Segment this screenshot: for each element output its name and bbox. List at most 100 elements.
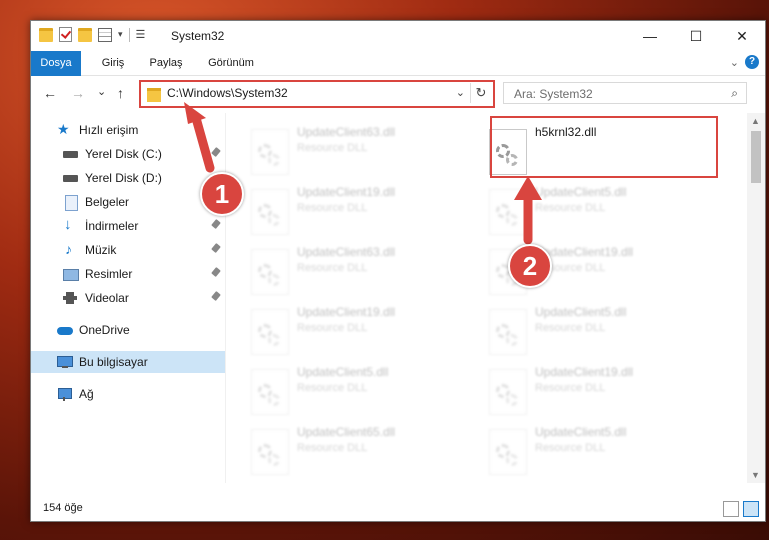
sidebar-item-label: Yerel Disk (D:) [85, 171, 162, 185]
dll-file-icon [489, 429, 527, 475]
sidebar-item-label: Resimler [85, 267, 133, 281]
file-item[interactable]: UpdateClient5.dll Resource DLL [465, 183, 685, 235]
sidebar-item-label: Videolar [85, 291, 129, 305]
properties-check-icon[interactable] [59, 27, 72, 42]
file-type: Resource DLL [297, 322, 368, 334]
sidebar-item-local-disk-d[interactable]: Yerel Disk (D:) [31, 167, 225, 189]
sidebar-item-videos[interactable]: Videolar [31, 287, 225, 309]
address-dropdown-icon[interactable]: ⌄ [456, 86, 465, 99]
sidebar-item-downloads[interactable]: ↓ İndirmeler [31, 215, 225, 237]
file-type: Resource DLL [535, 322, 606, 334]
search-icon[interactable]: ⌕ [731, 86, 738, 101]
dll-file-icon [251, 189, 289, 235]
quick-access-toolbar: ▾ ☰ [39, 27, 145, 42]
address-bar[interactable]: C:\Windows\System32 ⌄ ↻ [139, 80, 495, 108]
help-icon[interactable]: ? [745, 55, 759, 69]
sidebar-item-label: Hızlı erişim [79, 123, 139, 137]
ribbon-expand-icon[interactable]: ⌄ [730, 56, 739, 69]
file-name: UpdateClient5.dll [535, 305, 627, 319]
back-button[interactable]: ← [43, 85, 57, 101]
file-item[interactable]: UpdateClient65.dll Resource DLL [227, 423, 447, 475]
dll-file-icon [251, 249, 289, 295]
sidebar-item-label: Belgeler [85, 195, 130, 209]
sidebar-item-quick-access[interactable]: ★ Hızlı erişim [31, 119, 225, 141]
maximize-button[interactable]: ☐ [673, 21, 719, 51]
cloud-icon [57, 323, 73, 337]
separator [128, 27, 130, 42]
dll-file-icon [251, 309, 289, 355]
folder-icon [147, 88, 161, 102]
network-icon [57, 387, 73, 401]
file-type: Resource DLL [297, 442, 368, 454]
minimize-button[interactable]: — [627, 21, 673, 51]
tab-share[interactable]: Paylaş [141, 51, 191, 75]
pin-icon [211, 291, 221, 301]
file-type: Resource DLL [535, 442, 606, 454]
file-name: UpdateClient19.dll [297, 305, 396, 319]
recent-locations-button[interactable]: ⌄ [97, 85, 106, 98]
forward-button[interactable]: → [71, 85, 85, 101]
documents-icon [63, 195, 79, 211]
customize-icon[interactable]: ☰ [136, 28, 146, 41]
new-folder-icon[interactable] [78, 27, 92, 42]
step-badge-2: 2 [508, 244, 552, 288]
file-item[interactable]: UpdateClient63.dll Resource DLL [227, 243, 447, 295]
file-item[interactable]: UpdateClient5.dll Resource DLL [465, 303, 685, 355]
highlight-box [490, 116, 718, 178]
ribbon-tabs: Dosya Giriş Paylaş Görünüm ⌄ ? [31, 51, 765, 101]
title-bar: ▾ ☰ System32 — ☐ ✕ [31, 21, 765, 51]
search-box[interactable]: ⌕ [503, 82, 747, 104]
dll-file-icon [251, 369, 289, 415]
file-type: Resource DLL [535, 202, 606, 214]
dropdown-icon[interactable]: ▾ [118, 29, 123, 40]
folder-icon[interactable] [39, 27, 53, 42]
sidebar-item-local-disk-c[interactable]: Yerel Disk (C:) [31, 143, 225, 165]
vertical-scrollbar[interactable]: ▲ ▼ [747, 113, 765, 483]
file-item[interactable]: UpdateClient19.dll Resource DLL [465, 363, 685, 415]
details-view-icon[interactable] [723, 501, 739, 517]
file-type: Resource DLL [297, 202, 368, 214]
file-name: UpdateClient5.dll [297, 365, 389, 379]
file-type: Resource DLL [297, 142, 368, 154]
file-item[interactable]: UpdateClient19.dll Resource DLL [465, 243, 685, 295]
scroll-down-icon[interactable]: ▼ [751, 470, 760, 480]
video-icon [63, 291, 79, 305]
file-item[interactable]: UpdateClient19.dll Resource DLL [227, 303, 447, 355]
drive-icon [63, 147, 79, 161]
sidebar-item-network[interactable]: Ağ [31, 383, 225, 405]
sidebar-item-onedrive[interactable]: OneDrive [31, 319, 225, 341]
item-count: 154 öğe [43, 502, 83, 514]
file-name: UpdateClient19.dll [297, 185, 396, 199]
sidebar-item-this-pc[interactable]: Bu bilgisayar [31, 351, 225, 373]
pictures-icon [63, 267, 79, 281]
sidebar-item-music[interactable]: ♪ Müzik [31, 239, 225, 261]
file-type: Resource DLL [535, 382, 606, 394]
dll-file-icon [489, 369, 527, 415]
dll-file-icon [489, 309, 527, 355]
sidebar-item-documents[interactable]: Belgeler [31, 191, 225, 213]
file-item[interactable]: UpdateClient63.dll Resource DLL [227, 123, 447, 175]
search-input[interactable] [512, 86, 716, 102]
sidebar-item-pictures[interactable]: Resimler [31, 263, 225, 285]
download-icon: ↓ [64, 216, 72, 233]
large-icons-view-icon[interactable] [743, 501, 759, 517]
tab-home[interactable]: Giriş [91, 51, 135, 75]
refresh-button[interactable]: ↻ [470, 83, 491, 103]
file-name: UpdateClient63.dll [297, 245, 396, 259]
sidebar-item-label: Bu bilgisayar [79, 355, 148, 369]
close-button[interactable]: ✕ [719, 21, 765, 51]
scroll-up-icon[interactable]: ▲ [751, 116, 760, 126]
sidebar-item-label: OneDrive [79, 323, 130, 337]
file-item[interactable]: UpdateClient5.dll Resource DLL [465, 423, 685, 475]
explorer-window: ▾ ☰ System32 — ☐ ✕ Dosya Giriş Paylaş Gö… [30, 20, 766, 522]
dll-file-icon [251, 129, 289, 175]
address-path[interactable]: C:\Windows\System32 [167, 86, 288, 100]
tab-view[interactable]: Görünüm [201, 51, 261, 75]
file-item[interactable]: UpdateClient5.dll Resource DLL [227, 363, 447, 415]
file-type: Resource DLL [297, 382, 368, 394]
view-options-icon[interactable] [98, 27, 112, 42]
up-button[interactable]: ↑ [117, 85, 124, 101]
scrollbar-thumb[interactable] [751, 131, 761, 183]
pin-icon [211, 147, 221, 157]
file-item[interactable]: UpdateClient19.dll Resource DLL [227, 183, 447, 235]
